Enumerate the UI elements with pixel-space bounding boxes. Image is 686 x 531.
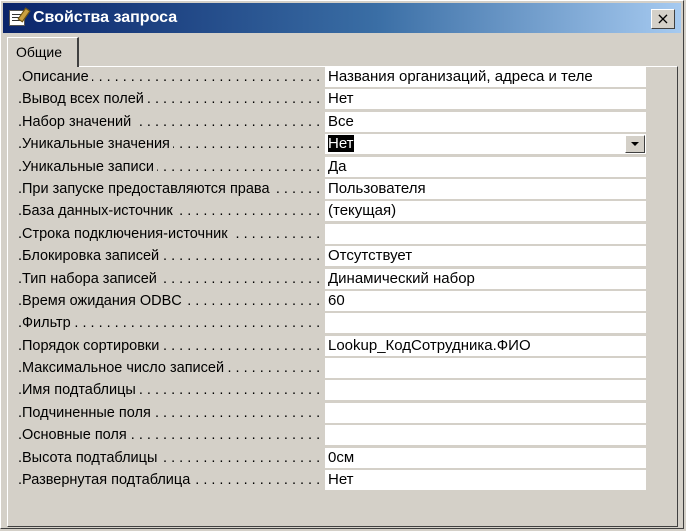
property-row-record-locks: Блокировка записей Отсутствует — [18, 245, 646, 267]
property-label: При запуске предоставляются права — [18, 178, 324, 200]
property-label: Максимальное число записей — [18, 357, 324, 379]
property-label: Имя подтаблицы — [18, 379, 324, 401]
property-label: Строка подключения-источник — [18, 223, 324, 245]
property-label: Подчиненные поля — [18, 402, 324, 424]
property-value-odbc-timeout[interactable]: 60 — [325, 290, 646, 311]
property-label: Фильтр — [18, 312, 324, 334]
property-value-max-records[interactable] — [325, 358, 646, 379]
property-row-description: Описание Названия организаций, адреса и … — [18, 66, 646, 88]
property-row-odbc-timeout: Время ожидания ODBC 60 — [18, 290, 646, 312]
property-row-run-permissions: При запуске предоставляются права Пользо… — [18, 178, 646, 200]
property-value-unique-records[interactable]: Да — [325, 156, 646, 177]
dropdown-arrow-icon[interactable] — [625, 135, 645, 154]
property-value-subdatasheet-expanded[interactable]: Нет — [325, 470, 646, 491]
property-row-unique-records: Уникальные записи Да — [18, 156, 646, 178]
property-row-source-database: База данных-источник (текущая) — [18, 200, 646, 222]
tab-general-label: Общие — [16, 44, 63, 60]
property-value-output-all-fields[interactable]: Нет — [325, 89, 646, 110]
property-label: Порядок сортировки — [18, 335, 324, 357]
property-row-link-master-fields: Основные поля — [18, 424, 646, 446]
property-value-order-by[interactable]: Lookup_КодСотрудника.ФИО — [325, 335, 646, 356]
property-value-description[interactable]: Названия организаций, адреса и теле — [325, 67, 646, 87]
title-bar[interactable]: Свойства запроса × — [3, 3, 681, 33]
property-row-link-child-fields: Подчиненные поля — [18, 402, 646, 424]
close-button[interactable]: × — [651, 9, 675, 29]
property-value-source-database[interactable]: (текущая) — [325, 201, 646, 222]
property-value-source-connect-str[interactable] — [325, 223, 646, 244]
property-label: Уникальные значения — [18, 133, 324, 155]
property-value-subdatasheet-height[interactable]: 0см — [325, 447, 646, 468]
property-value-unique-values[interactable]: Нет — [325, 134, 646, 155]
property-label: Набор значений — [18, 111, 324, 133]
property-label: Тип набора записей — [18, 268, 324, 290]
window-title: Свойства запроса — [33, 9, 178, 26]
property-label: База данных-источник — [18, 200, 324, 222]
property-row-subdatasheet-name: Имя подтаблицы — [18, 379, 646, 401]
property-row-output-all-fields: Вывод всех полей Нет — [18, 88, 646, 110]
property-label: Развернутая подтаблица — [18, 469, 324, 491]
property-row-source-connect-str: Строка подключения-источник — [18, 223, 646, 245]
property-row-max-records: Максимальное число записей — [18, 357, 646, 379]
property-row-subdatasheet-expanded: Развернутая подтаблица Нет — [18, 469, 646, 491]
property-label: Уникальные записи — [18, 156, 324, 178]
property-value-link-child-fields[interactable] — [325, 402, 646, 423]
property-value-recordset-type[interactable]: Динамический набор — [325, 268, 646, 289]
property-value-link-master-fields[interactable] — [325, 425, 646, 446]
property-row-filter: Фильтр — [18, 312, 646, 334]
property-row-subdatasheet-height: Высота подтаблицы 0см — [18, 447, 646, 469]
property-label: Время ожидания ODBC — [18, 290, 324, 312]
properties-icon — [9, 10, 25, 26]
property-value-subdatasheet-name[interactable] — [325, 380, 646, 401]
property-label: Вывод всех полей — [18, 88, 324, 110]
property-label: Блокировка записей — [18, 245, 324, 267]
property-row-order-by: Порядок сортировки Lookup_КодСотрудника.… — [18, 335, 646, 357]
property-grid: Описание Названия организаций, адреса и … — [18, 66, 646, 491]
property-label: Описание — [18, 66, 324, 88]
tab-general[interactable]: Общие — [7, 37, 79, 67]
property-row-recordset-type: Тип набора записей Динамический набор — [18, 268, 646, 290]
property-label: Высота подтаблицы — [18, 447, 324, 469]
property-value-record-locks[interactable]: Отсутствует — [325, 246, 646, 267]
property-label: Основные поля — [18, 424, 324, 446]
property-row-unique-values: Уникальные значения Нет — [18, 133, 646, 155]
property-row-top-values: Набор значений Все — [18, 111, 646, 133]
property-value-top-values[interactable]: Все — [325, 111, 646, 132]
property-value-filter[interactable] — [325, 313, 646, 334]
property-value-run-permissions[interactable]: Пользователя — [325, 178, 646, 199]
